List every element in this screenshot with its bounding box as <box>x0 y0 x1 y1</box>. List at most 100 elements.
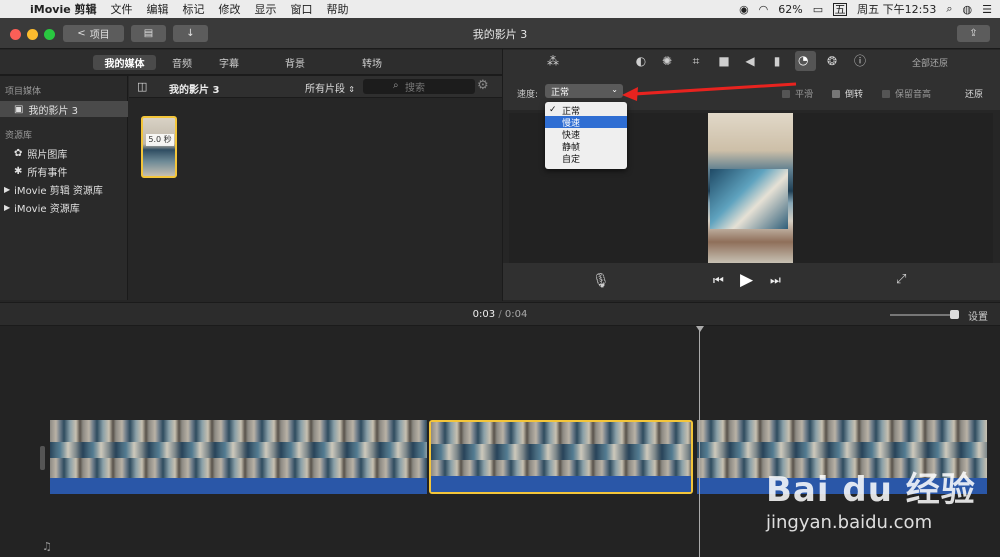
menu-bar: iMovie 剪辑 文件 编辑 标记 修改 显示 窗口 帮助 ◉ ◠ 62% ▭… <box>0 0 1000 18</box>
clapperboard-icon: ▣ <box>14 103 24 115</box>
checkmark-icon: ✓ <box>549 105 557 115</box>
star-icon: ✱ <box>14 165 23 177</box>
notification-center-icon[interactable]: ☰ <box>982 3 992 16</box>
preserve-pitch-checkbox[interactable]: 保留音高 <box>882 87 931 100</box>
skip-forward-icon[interactable]: ⏭ <box>770 273 781 288</box>
magic-wand-icon[interactable]: ⁂ <box>545 54 561 68</box>
menu-view[interactable]: 显示 <box>255 1 277 17</box>
clip-filmstrip <box>431 422 691 480</box>
tab-backgrounds[interactable]: 背景 <box>278 55 312 70</box>
skip-back-icon[interactable]: ⏮ <box>713 273 724 288</box>
siri-icon[interactable]: ◍ <box>963 3 973 16</box>
window-toolbar: < 项目 ▤ ↓ 我的影片 3 ⇪ <box>0 18 1000 49</box>
video-frame <box>708 113 793 263</box>
sidebar-item-photos[interactable]: ✿ 照片图库 <box>0 145 128 161</box>
sidebar-item-project[interactable]: ▣ 我的影片 3 <box>0 101 128 117</box>
volume-icon[interactable]: ◀ <box>742 54 758 68</box>
arrow-head <box>622 87 638 101</box>
library-sidebar: 项目媒体 ▣ 我的影片 3 资源库 ✿ 照片图库 ✱ 所有事件 ▶ iMovie… <box>0 76 128 300</box>
menu-file[interactable]: 文件 <box>111 1 133 17</box>
timeline-header: 0:03 / 0:04 设置 <box>0 302 1000 326</box>
info-icon[interactable]: ⓘ <box>852 54 868 68</box>
color-balance-icon[interactable]: ◐ <box>633 54 649 68</box>
spotlight-icon[interactable]: ⌕ <box>946 2 952 16</box>
microphone-icon[interactable]: 🎙 <box>592 273 610 289</box>
disclosure-triangle-icon[interactable]: ▶ <box>4 203 10 212</box>
share-icon: ⇪ <box>969 28 978 39</box>
sidebar-item-label: iMovie 剪辑 资源库 <box>14 185 103 197</box>
speed-option-normal[interactable]: ✓ 正常 <box>545 104 627 117</box>
playhead-marker[interactable] <box>696 326 704 332</box>
search-icon: ⌕ <box>393 80 399 91</box>
menu-app-name[interactable]: iMovie 剪辑 <box>30 1 97 17</box>
reset-all-button[interactable]: 全部还原 <box>912 56 948 69</box>
menu-help[interactable]: 帮助 <box>327 1 349 17</box>
timeline-settings-button[interactable]: 设置 <box>968 308 988 323</box>
play-icon[interactable]: ▶ <box>740 270 753 290</box>
search-placeholder: 搜索 <box>405 83 425 94</box>
time-separator: / <box>498 309 502 320</box>
playhead[interactable] <box>699 326 700 557</box>
total-time: 0:04 <box>504 309 528 320</box>
media-browser: 5.0 秒 <box>129 99 502 300</box>
speed-option-fast[interactable]: 快速 <box>545 128 627 141</box>
input-method-icon[interactable]: 五 <box>833 2 848 16</box>
tab-titles[interactable]: 字幕 <box>212 55 246 70</box>
sidebar-item-label: 照片图库 <box>27 149 68 161</box>
window-title: 我的影片 3 <box>472 28 528 41</box>
clip-filter-label: 所有片段 <box>305 84 345 95</box>
speed-dropdown[interactable]: 正常 ⌄ <box>545 84 623 98</box>
media-clip-thumbnail[interactable]: 5.0 秒 <box>141 116 177 178</box>
timeline-start-handle[interactable] <box>40 446 45 470</box>
wifi-icon[interactable]: ◠ <box>759 3 769 16</box>
speed-tool-button[interactable]: ◔ <box>795 51 816 71</box>
tab-transitions[interactable]: 转场 <box>355 55 389 70</box>
crop-icon[interactable]: ⌗ <box>688 54 704 68</box>
fullscreen-icon[interactable]: ⤢ <box>896 272 906 287</box>
chevron-updown-icon: ⇕ <box>348 85 355 94</box>
reverse-checkbox[interactable]: 倒转 <box>832 87 863 100</box>
noise-reduction-icon[interactable]: ▮ <box>769 54 785 68</box>
clock[interactable]: 周五 下午12:53 <box>857 1 936 17</box>
menu-edit[interactable]: 编辑 <box>147 1 169 17</box>
zoom-slider-knob[interactable] <box>950 310 959 319</box>
section-project-media: 项目媒体 <box>5 87 42 97</box>
stabilization-icon[interactable]: ■ <box>716 54 732 68</box>
speed-option-freeze-frame[interactable]: 静帧 <box>545 140 627 153</box>
share-button[interactable]: ⇪ <box>957 25 990 42</box>
clip-filter-icon[interactable]: ❂ <box>824 54 840 68</box>
disclosure-triangle-icon[interactable]: ▶ <box>4 185 10 194</box>
toggle-sidebar-icon[interactable]: ◫ <box>137 80 147 93</box>
clip-duration-badge: 5.0 秒 <box>146 134 174 146</box>
tab-audio[interactable]: 音频 <box>165 55 199 70</box>
battery-icon[interactable]: ▭ <box>813 3 823 16</box>
search-input[interactable]: ⌕ 搜索 <box>363 79 475 94</box>
sidebar-item-label: 所有事件 <box>27 167 68 179</box>
speed-option-slow[interactable]: 慢速 <box>545 116 627 129</box>
sidebar-item-imovie-clip-library[interactable]: ▶ iMovie 剪辑 资源库 <box>0 181 128 197</box>
reset-button[interactable]: 还原 <box>965 87 983 100</box>
timeline-clip[interactable] <box>50 420 427 494</box>
menu-mark[interactable]: 标记 <box>183 1 205 17</box>
clip-audio-waveform <box>50 478 427 494</box>
battery-percent[interactable]: 62% <box>778 3 802 16</box>
sidebar-item-all-events[interactable]: ✱ 所有事件 <box>0 163 128 179</box>
checkbox-icon <box>832 89 840 98</box>
menu-window[interactable]: 窗口 <box>291 1 313 17</box>
tab-my-media[interactable]: 我的媒体 <box>93 55 156 70</box>
preserve-pitch-label: 保留音高 <box>895 90 932 100</box>
sidebar-item-imovie-library[interactable]: ▶ iMovie 资源库 <box>0 199 128 215</box>
sidebar-item-label: 我的影片 3 <box>28 105 78 117</box>
gear-icon[interactable]: ⚙ <box>477 78 489 93</box>
menu-modify[interactable]: 修改 <box>219 1 241 17</box>
zoom-slider[interactable] <box>890 310 959 319</box>
section-libraries: 资源库 <box>5 131 33 141</box>
speed-option-custom[interactable]: 自定 <box>545 152 627 165</box>
music-note-icon: ♫ <box>42 540 52 553</box>
speed-dropdown-value: 正常 <box>551 87 570 98</box>
timeline-clip-selected[interactable] <box>429 420 693 494</box>
speed-option-label: 自定 <box>562 154 581 165</box>
color-correction-icon[interactable]: ✺ <box>659 54 675 68</box>
clip-filter[interactable]: 所有片段 ⇕ <box>305 80 355 95</box>
qq-icon[interactable]: ◉ <box>739 3 749 16</box>
